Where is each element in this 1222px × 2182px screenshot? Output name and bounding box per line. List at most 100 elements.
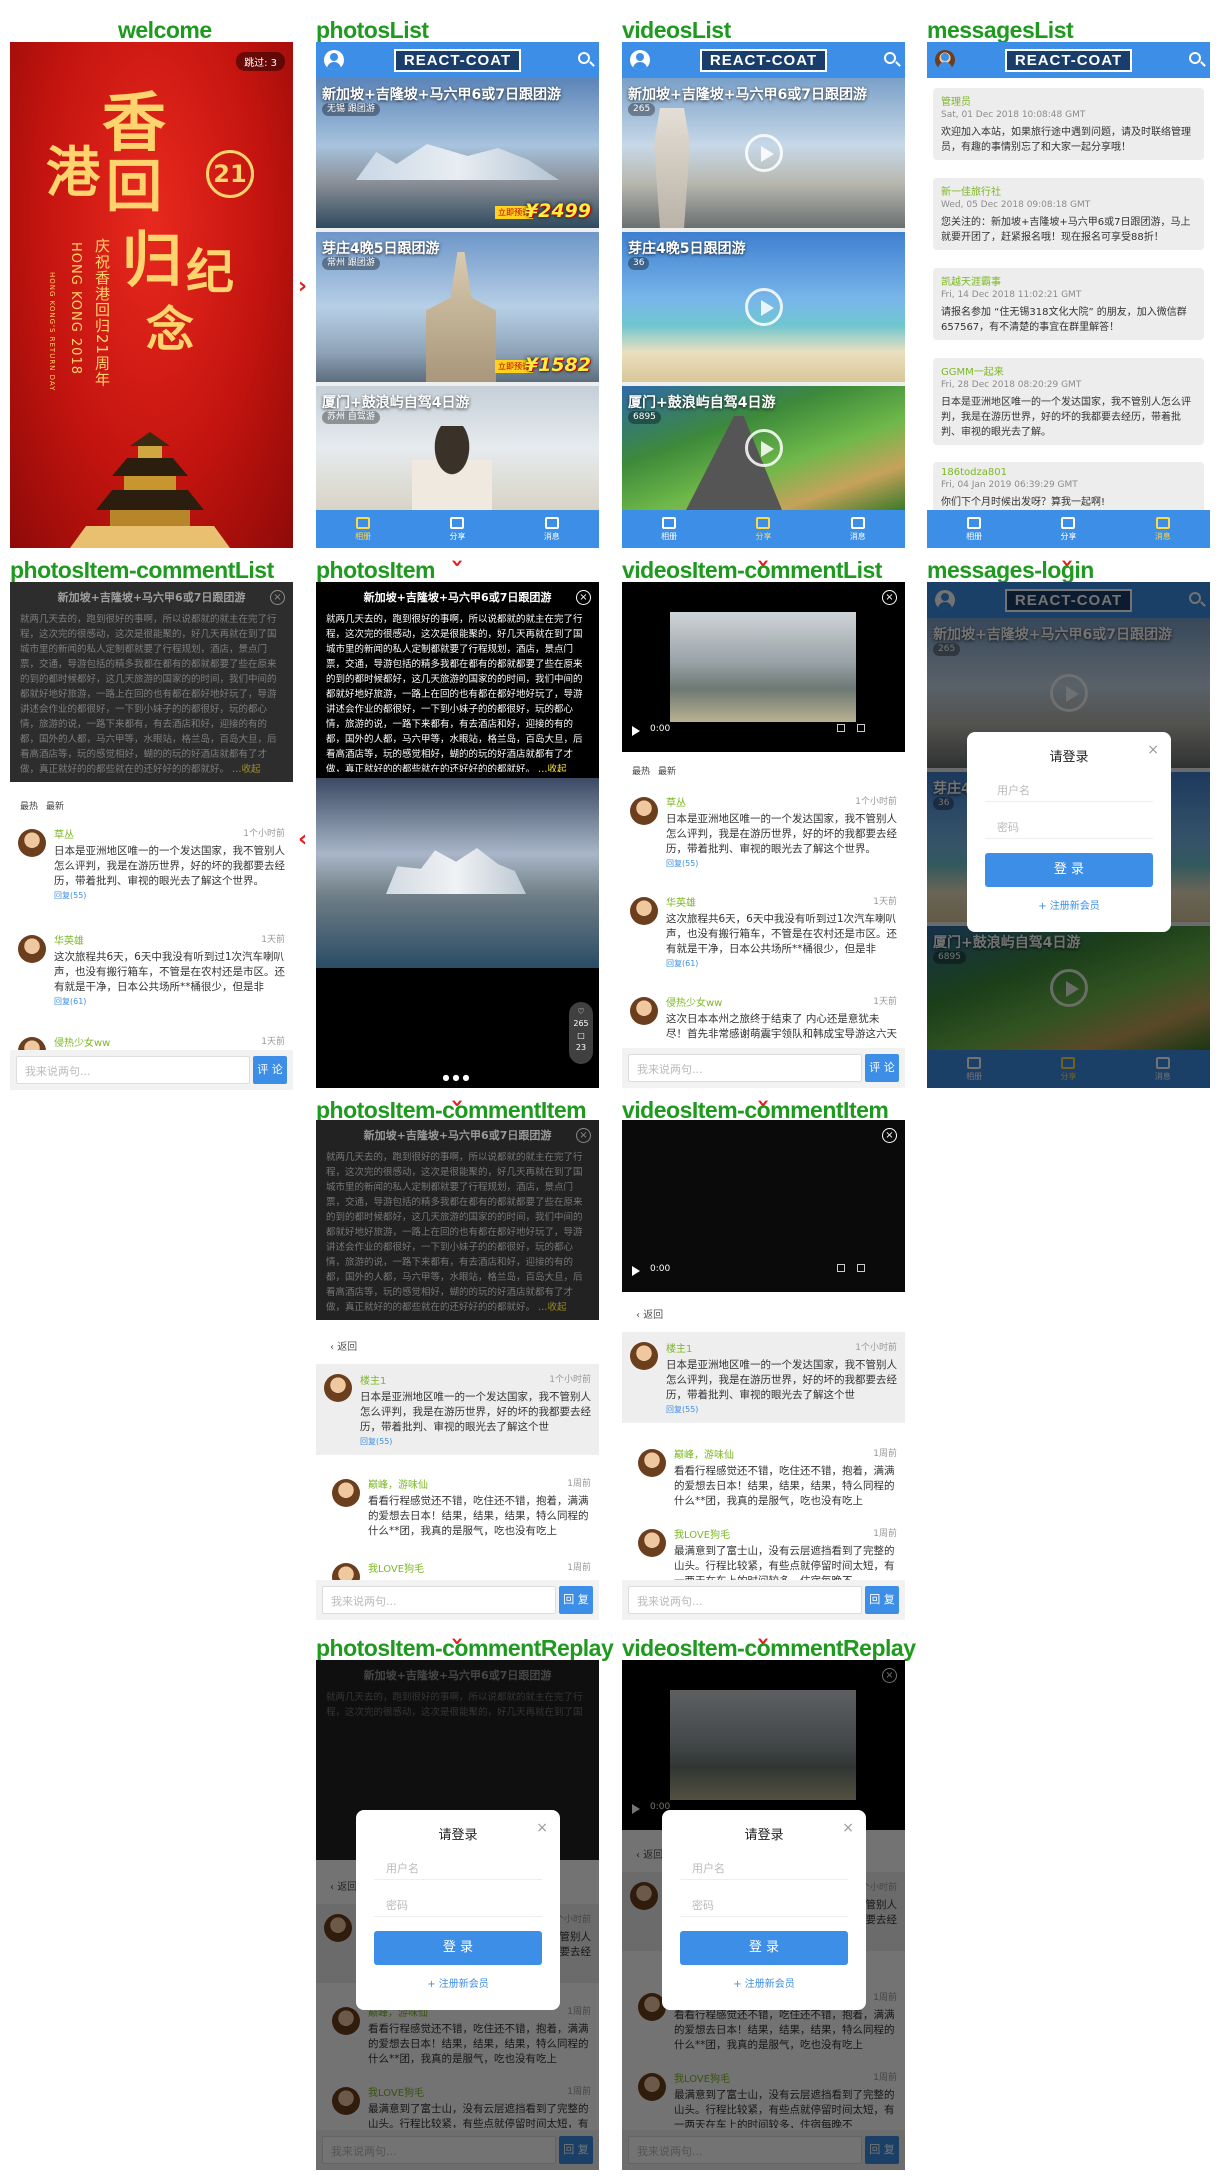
message-item[interactable]: 管理员 Sat, 01 Dec 2018 10:08:48 GMT 欢迎加入本站…: [933, 88, 1204, 160]
register-link[interactable]: + 注册新会员: [680, 1975, 848, 1990]
close-icon[interactable]: ×: [576, 1128, 591, 1143]
tab-messages[interactable]: 消息: [505, 510, 599, 548]
close-icon[interactable]: ×: [1147, 742, 1159, 758]
register-link[interactable]: + 注册新会员: [374, 1975, 542, 1990]
avatar: [630, 997, 658, 1025]
tab-share[interactable]: 分享: [410, 510, 504, 548]
close-icon[interactable]: ×: [882, 590, 897, 605]
close-icon[interactable]: ×: [882, 1128, 897, 1143]
close-icon[interactable]: ×: [842, 1820, 854, 1836]
username-field[interactable]: 用户名: [374, 1857, 542, 1880]
heart-icon[interactable]: ♡: [569, 1006, 593, 1018]
tab-share[interactable]: 分享: [716, 510, 810, 548]
comment-item[interactable]: 侵热少女ww 1天前: [10, 1034, 293, 1065]
submit-reply-button[interactable]: 回 复: [865, 1586, 899, 1614]
reply-count-link[interactable]: 回复(55): [666, 858, 897, 869]
article-photo: [316, 778, 599, 968]
login-title: 请登录: [744, 1828, 784, 1843]
video-buttons[interactable]: [825, 724, 895, 734]
video-card[interactable]: 新加坡+吉隆坡+马六甲6或7日跟团游 265: [622, 78, 905, 228]
close-icon[interactable]: ×: [536, 1820, 548, 1836]
comment-item[interactable]: 华英雄 1天前 这次旅程共6天，6天中我没有听到过1次汽车喇叭声，也没有搬行箱车…: [622, 894, 905, 969]
reply-item[interactable]: 巅峰，游味仙 1周前 看看行程感觉还不错，吃住还不错，抱着，满满的爱想去日本！结…: [316, 1476, 599, 1539]
videos-comment-replay-screen: × 0:00 ‹ 返回 楼主1 1个小时前 日本是亚洲地区唯一的一个发达国家，我…: [622, 1660, 905, 2170]
root-comment: 楼主1 1个小时前 日本是亚洲地区唯一的一个发达国家，我不管别人怎么评判，我是在…: [622, 1332, 905, 1423]
avatar-icon[interactable]: [935, 50, 955, 70]
reply-input[interactable]: 我来说两句...: [322, 1586, 556, 1614]
video-card[interactable]: 芽庄4晚5日跟团游 36: [622, 232, 905, 382]
video-player[interactable]: × 0:00: [622, 1120, 905, 1292]
reply-count-link[interactable]: 回复(55): [54, 890, 285, 901]
user-icon[interactable]: [324, 50, 344, 70]
play-icon[interactable]: [632, 1266, 640, 1276]
user-icon[interactable]: [630, 50, 650, 70]
username-field[interactable]: 用户名: [985, 779, 1153, 802]
login-button[interactable]: 登 录: [985, 853, 1153, 887]
tab-messages[interactable]: 消息: [811, 510, 905, 548]
comment-item[interactable]: 草丛 1个小时前 日本是亚洲地区唯一的一个发达国家，我不管别人怎么评判，我是在游…: [10, 826, 293, 901]
password-field[interactable]: 密码: [985, 816, 1153, 839]
search-icon[interactable]: [884, 52, 896, 64]
comment-input[interactable]: 我来说两句...: [628, 1054, 862, 1082]
video-buttons[interactable]: [825, 1264, 895, 1274]
comment-input[interactable]: 我来说两句...: [16, 1056, 250, 1084]
photo-card[interactable]: 厦门+鼓浪屿自驾4日游 苏州 自驾游: [316, 386, 599, 510]
login-button[interactable]: 登 录: [680, 1931, 848, 1965]
comment-item[interactable]: 侵热少女ww 1天前 这次日本本州之旅终于结束了 内心还是意犹未尽！首先非常感谢…: [622, 994, 905, 1042]
video-card[interactable]: 厦门+鼓浪屿自驾4日游 6895: [622, 386, 905, 510]
message-item[interactable]: GGMM一起来 Fri, 28 Dec 2018 08:20:29 GMT 日本…: [933, 358, 1204, 445]
video-time: 0:00: [650, 1264, 671, 1274]
password-field[interactable]: 密码: [680, 1894, 848, 1917]
submit-comment-button[interactable]: 评 论: [865, 1054, 899, 1082]
comment-time: 1周前: [873, 1449, 897, 1459]
message-time: Fri, 04 Jan 2019 06:39:29 GMT: [941, 480, 1078, 490]
reply-item[interactable]: 巅峰，游味仙 1周前 看看行程感觉还不错，吃住还不错，抱着，满满的爱想去日本！结…: [622, 1446, 905, 1509]
photo-card[interactable]: 新加坡+吉隆坡+马六甲6或7日跟团游 无锡 跟团游 立即预订 ¥2499: [316, 78, 599, 228]
message-item[interactable]: 凯越天涯霸事 Fri, 14 Dec 2018 11:02:21 GMT 请报名…: [933, 268, 1204, 340]
comment-icon[interactable]: □: [569, 1030, 593, 1042]
skip-button[interactable]: 跳过: 3: [236, 52, 285, 71]
app-header: REACT-COAT: [927, 42, 1210, 78]
submit-comment-button[interactable]: 评 论: [253, 1056, 287, 1084]
register-link[interactable]: + 注册新会员: [985, 897, 1153, 912]
tab-photos[interactable]: 相册: [316, 510, 410, 548]
sort-new[interactable]: 最新: [46, 802, 64, 812]
tab-photos[interactable]: 相册: [622, 510, 716, 548]
comment-item[interactable]: 草丛 1个小时前 日本是亚洲地区唯一的一个发达国家，我不管别人怎么评判，我是在游…: [622, 794, 905, 869]
username-field[interactable]: 用户名: [680, 1857, 848, 1880]
reply-input[interactable]: 我来说两句...: [628, 1586, 862, 1614]
search-icon[interactable]: [1189, 52, 1201, 64]
play-icon[interactable]: [632, 726, 640, 736]
tab-messages[interactable]: 消息: [1116, 510, 1210, 548]
password-field[interactable]: 密码: [374, 1894, 542, 1917]
video-player[interactable]: × 0:00: [622, 582, 905, 752]
message-item[interactable]: 186todza801 Fri, 04 Jan 2019 06:39:29 GM…: [933, 462, 1204, 515]
volume-icon: [837, 724, 845, 732]
search-icon[interactable]: [578, 52, 590, 64]
play-icon[interactable]: [744, 429, 783, 467]
sort-hot[interactable]: 最热: [632, 767, 650, 777]
login-button[interactable]: 登 录: [374, 1931, 542, 1965]
back-button[interactable]: ‹ 返回: [330, 1338, 357, 1353]
flow-arrow-icon: ›: [750, 1636, 776, 1646]
like-comment-widget[interactable]: ♡ 265 □ 23: [569, 1002, 593, 1064]
close-icon[interactable]: ×: [270, 590, 285, 605]
reply-count-link[interactable]: 回复(61): [666, 958, 897, 969]
tab-share[interactable]: 分享: [1021, 510, 1115, 548]
reply-item[interactable]: 我LOVE狗毛 1周前 最满意到了富士山，没有云层遮挡看到了完整的山头。行程比较…: [622, 1526, 905, 1580]
play-icon[interactable]: [744, 288, 783, 326]
sort-new[interactable]: 最新: [658, 767, 676, 777]
reply-item[interactable]: 我LOVE狗毛 1周前: [316, 1560, 599, 1580]
photo-card[interactable]: 芽庄4晚5日跟团游 常州 跟团游 立即预订 ¥1582: [316, 232, 599, 382]
message-item[interactable]: 新一佳旅行社 Wed, 05 Dec 2018 09:08:18 GMT 您关注…: [933, 178, 1204, 250]
play-icon[interactable]: [744, 134, 783, 172]
submit-reply-button[interactable]: 回 复: [559, 1586, 593, 1614]
comment-author: 巅峰，游味仙: [368, 1480, 428, 1491]
sort-hot[interactable]: 最热: [20, 802, 38, 812]
comment-item[interactable]: 华英雄 1天前 这次旅程共6天，6天中我没有听到过1次汽车喇叭声，也没有搬行箱车…: [10, 932, 293, 1007]
tab-photos[interactable]: 相册: [927, 510, 1021, 548]
message-body: 日本是亚洲地区唯一的一个发达国家，我不管别人怎么评判，我是在游历世界，好的坏的我…: [941, 397, 1191, 438]
back-button[interactable]: ‹ 返回: [636, 1306, 663, 1321]
close-icon[interactable]: ×: [576, 590, 591, 605]
reply-count-link[interactable]: 回复(61): [54, 996, 285, 1007]
